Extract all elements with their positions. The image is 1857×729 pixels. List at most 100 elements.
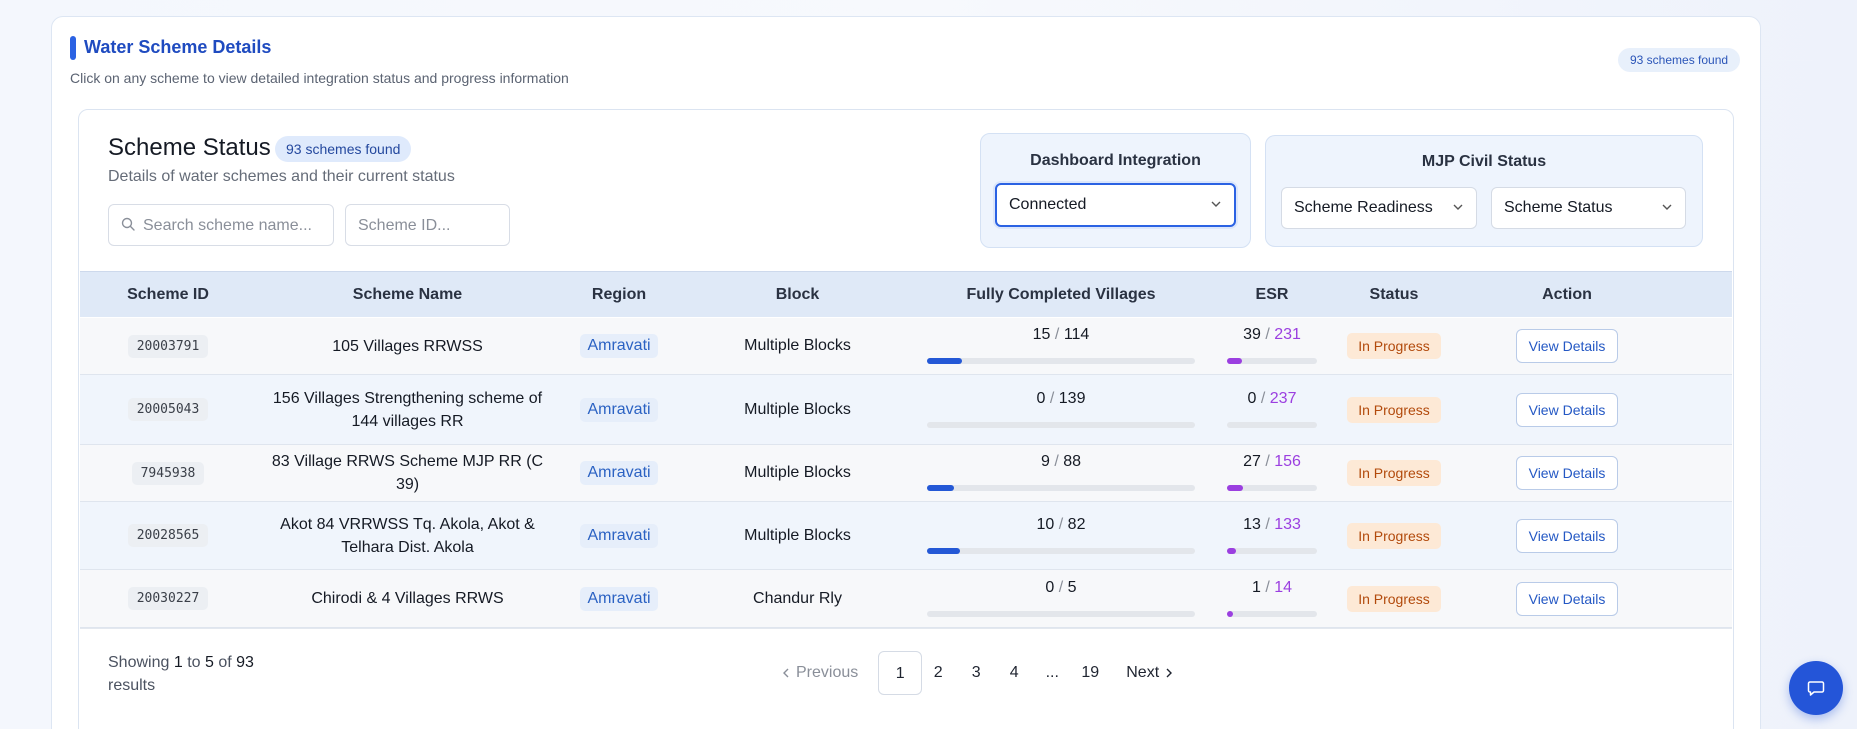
villages-total: 5 [1067,578,1077,596]
view-details-button[interactable]: View Details [1515,392,1619,427]
next-label: Next [1126,664,1160,681]
villages-done: 9 [1040,453,1050,470]
esr-progress-fill [1227,485,1243,491]
page-button-19[interactable]: 19 [1068,651,1112,695]
block-name: Multiple Blocks [744,400,851,418]
villages-progress-track [927,610,1195,617]
view-details-button[interactable]: View Details [1515,581,1619,616]
showing-of-word: of [218,654,232,671]
cell-villages: 15 / 114 [916,318,1206,374]
search-input[interactable] [143,215,328,237]
region-tag: Amravati [580,523,658,548]
scheme-name: Akot 84 VRRWSS Tq. Akola, Akot & Telhara… [280,515,535,556]
villages-progress-text: 15 / 114 [927,326,1195,344]
separator: / [1054,453,1059,470]
table-row[interactable]: 20003791 105 Villages RRWSS Amravati Multip… [80,318,1732,375]
cell-scheme-name: 105 Villages RRWSS [256,318,559,374]
chevron-down-icon [1453,204,1463,210]
page-title: Scheme Status [108,134,271,161]
scheme-id-input[interactable] [358,215,503,237]
column-header-scheme-id[interactable]: Scheme ID [80,272,256,318]
esr-done: 27 [1243,453,1261,470]
column-header-completed-villages[interactable]: Fully Completed Villages [916,272,1206,318]
footer-divider [80,628,1732,629]
cell-villages: 0 / 139 [916,375,1206,444]
pagination: Previous 1 2 3 4... 19 Next [782,651,1173,695]
cell-block: Multiple Blocks [679,318,916,374]
esr-total: 231 [1274,326,1301,343]
villages-progress-track [927,358,1195,364]
esr-progress-text: 27 / 156 [1227,453,1317,471]
separator: / [1265,326,1270,343]
cell-block: Multiple Blocks [679,445,916,501]
scheme-readiness-select[interactable]: Scheme Readiness [1281,187,1477,229]
region-tag: Amravati [580,334,658,358]
cell-esr: 13 / 133 [1206,502,1338,569]
section-subtitle: Click on any scheme to view detailed int… [70,70,569,86]
chat-button[interactable] [1789,661,1843,715]
schemes-count-badge: 93 schemes found [1618,48,1741,72]
status-badge: In Progress [1347,333,1441,359]
esr-progress-track [1227,547,1317,554]
table-row[interactable]: 20030227 Chirodi & 4 Villages RRWS Amravat… [80,570,1732,628]
scheme-id: 20028565 [127,524,209,547]
mjp-civil-status-panel: MJP Civil Status Scheme Readiness Scheme… [1265,135,1703,247]
table-row[interactable]: 7945938 83 Village RRWS Scheme MJP RR (C … [80,445,1732,502]
column-header-status[interactable]: Status [1338,272,1450,318]
cell-scheme-name: 83 Village RRWS Scheme MJP RR (C 39) [256,445,559,501]
cell-action: View Details [1450,445,1684,501]
scheme-id: 7945938 [131,461,205,485]
cell-action: View Details [1450,502,1684,569]
column-header-esr[interactable]: ESR [1206,272,1338,318]
scheme-status-select[interactable]: Scheme Status [1491,187,1686,229]
esr-progress-track [1227,358,1317,364]
cell-action: View Details [1450,318,1684,374]
dashboard-integration-select[interactable]: Connected [995,183,1236,227]
cell-esr: 27 / 156 [1206,445,1338,501]
scheme-id-field[interactable] [345,204,510,246]
view-details-button[interactable]: View Details [1515,329,1619,363]
cell-villages: 0 / 5 [916,570,1206,627]
esr-total: 156 [1274,453,1301,470]
previous-page-button[interactable]: Previous [782,664,858,682]
view-details-button[interactable]: View Details [1515,518,1619,553]
column-header-block[interactable]: Block [679,272,916,318]
esr-progress-fill [1227,358,1243,364]
column-header-scheme-name[interactable]: Scheme Name [256,272,559,318]
showing-to-word: to [187,654,201,671]
separator: / [1049,389,1055,407]
status-badge: In Progress [1347,522,1441,549]
search-name-field[interactable] [108,204,334,246]
esr-done: 1 [1251,578,1261,596]
villages-progress-text: 0 / 139 [927,390,1195,408]
esr-progress: 0 / 237 [1227,388,1317,432]
cell-region: Amravati [559,445,679,501]
cell-scheme-id: 20028565 [80,502,256,569]
section-title: Water Scheme Details [84,37,272,57]
cell-esr: 1 / 14 [1206,570,1338,627]
cell-scheme-name: Akot 84 VRRWSS Tq. Akola, Akot & Telhara… [256,502,559,569]
cell-block: Chandur Rly [679,570,916,627]
cell-region: Amravati [559,570,679,627]
esr-progress-text: 39 / 231 [1227,326,1317,344]
chevron-down-icon [1211,201,1221,207]
view-details-button[interactable]: View Details [1515,456,1619,490]
esr-progress: 13 / 133 [1227,514,1317,558]
villages-progress-track [927,547,1195,554]
region-tag: Amravati [580,461,658,485]
results-summary: Showing 1 to 5 of 93 results [108,651,268,697]
results-total: 93 [236,654,254,671]
villages-done: 15 [1032,326,1051,343]
separator: / [1260,389,1266,407]
separator: / [1054,326,1060,343]
table-row[interactable]: 20005043 156 Villages Strengthening schem… [80,375,1732,445]
table-row[interactable]: 20028565 Akot 84 VRRWSS Tq. Akola, Akot &… [80,502,1732,570]
scheme-id: 20005043 [127,398,209,421]
cell-action: View Details [1450,570,1684,627]
cell-villages: 10 / 82 [916,502,1206,569]
showing-prefix: Showing [108,654,170,671]
cell-scheme-id: 20003791 [80,318,256,374]
next-page-button[interactable]: Next [1126,664,1173,682]
separator: / [1265,515,1270,533]
column-header-region[interactable]: Region [559,272,679,318]
